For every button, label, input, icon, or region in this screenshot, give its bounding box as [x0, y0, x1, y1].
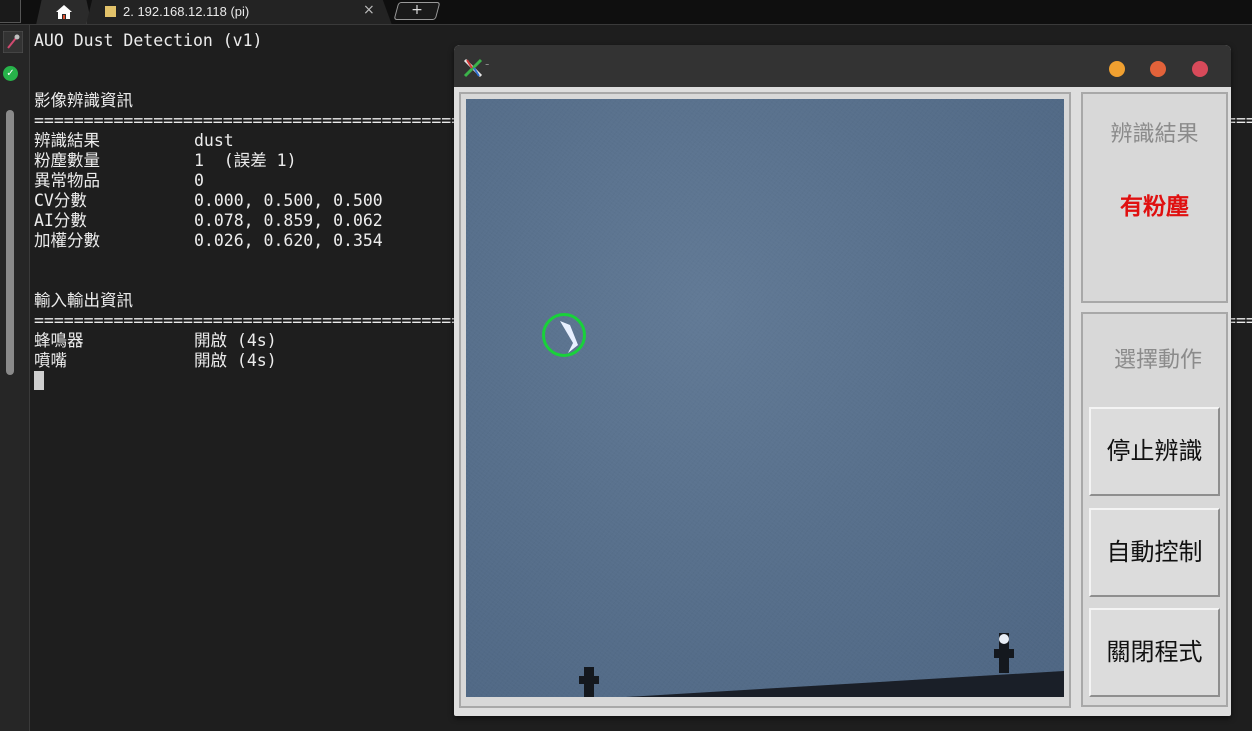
io-row: 蜂鳴器 開啟 (4s): [34, 331, 277, 351]
info-label: 加權分數: [34, 231, 100, 250]
section-title-io: 輸入輸出資訊: [34, 291, 133, 310]
info-value: 0: [194, 171, 204, 190]
section-title-recognition: 影像辨識資訊: [34, 91, 133, 110]
info-value: 0.078, 0.859, 0.062: [194, 211, 383, 230]
window-title: -: [485, 57, 490, 71]
tab-left-stub[interactable]: [0, 0, 21, 23]
window-titlebar[interactable]: -: [454, 45, 1231, 87]
info-row: 加權分數 0.026, 0.620, 0.354: [34, 231, 383, 251]
result-value: 有粉塵: [1120, 194, 1189, 220]
session-tab-title: 2. 192.168.12.118 (pi): [123, 4, 250, 19]
info-row: AI分數 0.078, 0.859, 0.062: [34, 211, 383, 231]
check-icon: ✓: [3, 66, 18, 81]
tools-icon[interactable]: [3, 31, 23, 53]
info-label: CV分數: [34, 191, 87, 210]
info-label: 辨識結果: [34, 131, 100, 150]
info-value: 0.026, 0.620, 0.354: [194, 231, 383, 250]
info-row: CV分數 0.000, 0.500, 0.500: [34, 191, 383, 211]
terminal-header: AUO Dust Detection (v1): [34, 31, 263, 50]
maximize-button[interactable]: [1150, 61, 1166, 77]
info-row: 粉塵數量 1 (誤差 1): [34, 151, 297, 171]
info-label: 粉塵數量: [34, 151, 100, 170]
tab-bar: 2. 192.168.12.118 (pi) × +: [0, 0, 1252, 25]
detection-app-window: - 辨識結果 有粉塵 選擇動作 停止辨識 自動控制 關閉程式: [454, 45, 1231, 716]
camera-frame: [459, 92, 1071, 708]
new-tab-button[interactable]: +: [393, 2, 441, 20]
info-value: 0.000, 0.500, 0.500: [194, 191, 383, 210]
info-label: AI分數: [34, 211, 87, 230]
session-tab[interactable]: 2. 192.168.12.118 (pi) ×: [86, 0, 392, 25]
info-row: 辨識結果 dust: [34, 131, 234, 151]
io-value: 開啟 (4s): [194, 331, 277, 350]
io-label: 蜂鳴器: [34, 331, 84, 350]
action-panel: 選擇動作 停止辨識 自動控制 關閉程式: [1081, 312, 1228, 707]
info-row: 異常物品 0: [34, 171, 204, 191]
result-title: 辨識結果: [1110, 122, 1199, 147]
ssh-session-icon: [104, 5, 117, 18]
info-label: 異常物品: [34, 171, 100, 190]
auto-control-button[interactable]: 自動控制: [1089, 508, 1220, 597]
io-row: 噴嘴 開啟 (4s): [34, 351, 277, 371]
stop-detection-button[interactable]: 停止辨識: [1089, 407, 1220, 496]
left-sidebar: ✓: [0, 25, 30, 731]
tab-bar-divider: [0, 24, 1252, 25]
close-window-button[interactable]: [1192, 61, 1208, 77]
plus-icon: +: [411, 2, 423, 18]
info-value: dust: [194, 131, 234, 150]
vertical-scrollbar[interactable]: [6, 110, 14, 375]
io-value: 開啟 (4s): [194, 351, 277, 370]
image-bottom-edge: [579, 633, 1064, 697]
camera-feed-image: [466, 99, 1064, 697]
result-panel: 辨識結果 有粉塵: [1081, 92, 1228, 303]
close-program-button[interactable]: 關閉程式: [1089, 608, 1220, 697]
info-value: 1 (誤差 1): [194, 151, 297, 170]
home-tab[interactable]: [36, 0, 92, 25]
minimize-button[interactable]: [1109, 61, 1125, 77]
x11-logo-icon: [463, 58, 483, 78]
terminal-cursor: [34, 371, 44, 390]
action-title: 選擇動作: [1113, 348, 1202, 373]
io-label: 噴嘴: [34, 351, 67, 370]
close-icon[interactable]: ×: [363, 2, 375, 18]
home-icon: [56, 5, 72, 19]
